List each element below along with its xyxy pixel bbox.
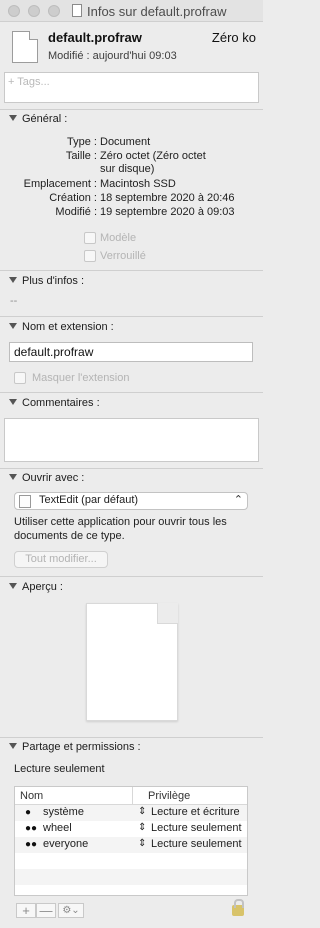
section-permissions-header[interactable]: Partage et permissions : bbox=[9, 741, 141, 753]
section-title: Commentaires : bbox=[22, 397, 100, 409]
size-label: Taille : bbox=[65, 150, 97, 162]
textedit-icon bbox=[19, 495, 31, 508]
section-more-info-header[interactable]: Plus d'infos : bbox=[9, 275, 84, 287]
created-value: 18 septembre 2020 à 20:46 bbox=[100, 192, 235, 204]
locked-checkbox[interactable] bbox=[84, 250, 96, 262]
divider bbox=[0, 737, 263, 738]
size-value-cont: sur disque) bbox=[100, 163, 155, 175]
single-user-icon: ● bbox=[25, 807, 32, 818]
disclosure-triangle-icon[interactable] bbox=[9, 583, 17, 589]
stepper-arrows-icon[interactable]: ⇕ bbox=[138, 806, 146, 817]
more-info-value: -- bbox=[10, 295, 18, 307]
table-header: Nom Privilège bbox=[15, 787, 247, 805]
table-row[interactable]: ●● wheel ⇕ Lecture seulement bbox=[15, 821, 247, 837]
group-icon: ●● bbox=[25, 823, 38, 834]
section-title: Général : bbox=[22, 113, 68, 125]
modified-value: 19 septembre 2020 à 09:03 bbox=[100, 206, 235, 218]
window-title: Infos sur default.profraw bbox=[87, 4, 227, 19]
locked-label: Verrouillé bbox=[100, 250, 146, 262]
popup-arrows-icon: ⌃ bbox=[233, 494, 243, 506]
open-with-description-2: documents de ce type. bbox=[14, 530, 125, 542]
privilege-popup[interactable]: Lecture seulement bbox=[151, 838, 247, 850]
column-privilege-header[interactable]: Privilège bbox=[148, 790, 190, 802]
name-input[interactable]: default.profraw bbox=[9, 342, 253, 362]
tags-field[interactable]: + Tags... bbox=[4, 72, 259, 103]
modified-label: Modifié : bbox=[55, 206, 97, 218]
divider bbox=[0, 468, 263, 469]
user-name: everyone bbox=[43, 838, 89, 850]
minimize-button[interactable] bbox=[28, 5, 40, 17]
disclosure-triangle-icon[interactable] bbox=[9, 115, 17, 121]
zoom-button[interactable] bbox=[48, 5, 60, 17]
privilege-popup[interactable]: Lecture et écriture bbox=[151, 806, 247, 818]
column-name-header[interactable]: Nom bbox=[20, 790, 43, 802]
disclosure-triangle-icon[interactable] bbox=[9, 399, 17, 405]
lock-icon[interactable] bbox=[232, 899, 244, 916]
document-icon bbox=[12, 31, 38, 63]
table-row[interactable]: ● système ⇕ Lecture et écriture bbox=[15, 805, 247, 821]
action-menu-button[interactable]: ⚙︎⌄ bbox=[58, 903, 84, 918]
type-value: Document bbox=[100, 136, 151, 148]
size-value: Zéro octet (Zéro octet bbox=[100, 150, 206, 162]
permissions-table: Nom Privilège ● système ⇕ Lecture et écr… bbox=[14, 786, 248, 896]
divider bbox=[0, 392, 263, 393]
file-name: default.profraw bbox=[48, 30, 142, 45]
remove-user-button[interactable]: — bbox=[36, 903, 56, 918]
file-size: Zéro ko bbox=[211, 30, 256, 45]
change-all-button[interactable]: Tout modifier... bbox=[14, 551, 108, 568]
column-separator bbox=[132, 787, 133, 805]
preview-document-icon bbox=[86, 603, 178, 721]
divider bbox=[0, 576, 263, 577]
disclosure-triangle-icon[interactable] bbox=[9, 277, 17, 283]
divider bbox=[0, 270, 263, 271]
template-label: Modèle bbox=[100, 232, 137, 244]
table-row[interactable]: ●● everyone ⇕ Lecture seulement bbox=[15, 837, 247, 853]
divider bbox=[0, 109, 263, 110]
close-button[interactable] bbox=[8, 5, 20, 17]
location-label: Emplacement : bbox=[23, 178, 97, 190]
section-preview-header[interactable]: Aperçu : bbox=[9, 581, 63, 593]
hide-extension-label: Masquer l'extension bbox=[32, 372, 130, 384]
open-with-popup[interactable]: TextEdit (par défaut) ⌃ bbox=[14, 492, 248, 510]
open-with-description-1: Utiliser cette application pour ouvrir t… bbox=[14, 516, 227, 528]
section-open-with-header[interactable]: Ouvrir avec : bbox=[9, 472, 84, 484]
modified-date: Modifié : aujourd'hui 09:03 bbox=[48, 50, 177, 62]
section-name-extension-header[interactable]: Nom et extension : bbox=[9, 321, 114, 333]
user-name: système bbox=[43, 806, 84, 818]
table-row bbox=[15, 853, 247, 869]
section-title: Nom et extension : bbox=[22, 321, 114, 333]
section-title: Ouvrir avec : bbox=[22, 472, 85, 484]
disclosure-triangle-icon[interactable] bbox=[9, 743, 17, 749]
everyone-icon: ●● bbox=[25, 839, 38, 850]
section-title: Partage et permissions : bbox=[22, 741, 141, 753]
disclosure-triangle-icon[interactable] bbox=[9, 474, 17, 480]
privilege-popup[interactable]: Lecture seulement bbox=[151, 822, 247, 834]
section-general-header[interactable]: Général : bbox=[9, 113, 67, 125]
template-checkbox[interactable] bbox=[84, 232, 96, 244]
stepper-arrows-icon[interactable]: ⇕ bbox=[138, 838, 146, 849]
title-bar[interactable]: Infos sur default.profraw bbox=[0, 0, 263, 22]
section-title: Plus d'infos : bbox=[22, 275, 85, 287]
section-title: Aperçu : bbox=[22, 581, 63, 593]
table-row bbox=[15, 869, 247, 885]
document-proxy-icon[interactable] bbox=[72, 4, 82, 17]
hide-extension-checkbox[interactable] bbox=[14, 372, 26, 384]
permissions-status: Lecture seulement bbox=[14, 763, 105, 775]
type-label: Type : bbox=[67, 136, 97, 148]
open-with-selected: TextEdit (par défaut) bbox=[39, 494, 139, 506]
location-value: Macintosh SSD bbox=[100, 178, 176, 190]
user-name: wheel bbox=[43, 822, 72, 834]
add-user-button[interactable]: + bbox=[16, 903, 36, 918]
created-label: Création : bbox=[49, 192, 97, 204]
disclosure-triangle-icon[interactable] bbox=[9, 323, 17, 329]
divider bbox=[0, 316, 263, 317]
stepper-arrows-icon[interactable]: ⇕ bbox=[138, 822, 146, 833]
comments-textarea[interactable] bbox=[4, 418, 259, 462]
section-comments-header[interactable]: Commentaires : bbox=[9, 397, 100, 409]
